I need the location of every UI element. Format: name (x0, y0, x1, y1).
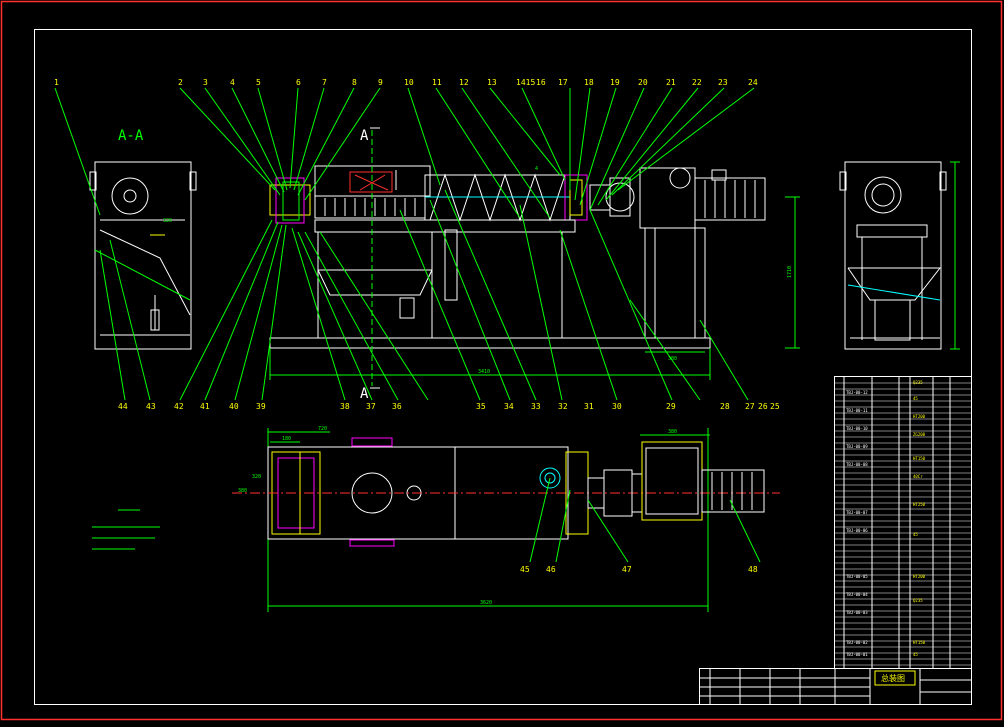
balloon-10: 10 (404, 78, 414, 87)
balloon-7: 7 (322, 78, 327, 87)
balloon-19: 19 (610, 78, 620, 87)
balloon-27: 27 (745, 402, 755, 411)
balloon-29: 29 (666, 402, 676, 411)
balloon-40: 40 (229, 402, 239, 411)
balloon-21: 21 (666, 78, 676, 87)
bom-code-2: TBJ-00-11 (846, 408, 868, 413)
balloon-36: 36 (392, 402, 402, 411)
balloon-5: 5 (256, 78, 261, 87)
dim-plan-length: 3620 (480, 600, 492, 606)
dim-height: 1710 (787, 266, 793, 278)
balloon-6: 6 (296, 78, 301, 87)
balloon-12: 12 (459, 78, 469, 87)
bom-mat-11: HT150 (913, 640, 926, 645)
bom-code-11: TBJ-00-02 (846, 640, 868, 645)
balloon-22: 22 (692, 78, 702, 87)
balloon-20: 20 (638, 78, 648, 87)
balloon-45: 45 (520, 565, 530, 574)
bom-mat-2: 45 (913, 396, 918, 401)
bom-code-10: TBJ-00-03 (846, 610, 868, 615)
bom-mat-3: HT200 (913, 414, 926, 419)
dim-overall-length: 3410 (478, 369, 490, 375)
bom-mat-12: 45 (913, 652, 918, 657)
balloon-1: 1 (54, 78, 59, 87)
bom-mat-1: Q235 (913, 380, 923, 385)
leader-lines (54, 87, 755, 401)
section-mark-bottom: A (360, 386, 369, 402)
balloon-33: 33 (531, 402, 541, 411)
balloon-24: 24 (748, 78, 758, 87)
bom-mat-9: HT200 (913, 574, 926, 579)
bom-mat-5: HT150 (913, 456, 926, 461)
bom-code-4: TBJ-00-09 (846, 444, 868, 449)
section-view-title: A-A (118, 128, 144, 144)
balloon-25: 25 (770, 402, 780, 411)
dim-plan-a: 720 (318, 426, 327, 432)
balloon-43: 43 (146, 402, 156, 411)
balloon-18: 18 (584, 78, 594, 87)
balloon-34: 34 (504, 402, 514, 411)
bom-code-3: TBJ-00-10 (846, 426, 868, 431)
bom-mat-4: ZG200 (913, 432, 926, 437)
plan-view: 3620 720 180 380 320 380 45 46 47 48 (232, 426, 780, 612)
technical-notes (92, 509, 160, 550)
balloon-31: 31 (584, 402, 594, 411)
cad-drawing-canvas: A-A 320 3410 1710 380 A A 4 1 2 3 4 5 6 … (0, 0, 1004, 723)
balloon-8: 8 (352, 78, 357, 87)
section-mark-top: A (360, 128, 369, 144)
section-view-a-a: A-A 320 (89, 128, 197, 350)
bom-code-1: TBJ-00-12 (846, 390, 868, 395)
bom-code-9: TBJ-00-04 (846, 592, 868, 597)
balloon-37: 37 (366, 402, 376, 411)
balloon-41: 41 (200, 402, 210, 411)
main-elevation-view: 3410 1710 380 A A 4 (269, 127, 800, 402)
balloon-30: 30 (612, 402, 622, 411)
bom-mat-7: HT250 (913, 502, 926, 507)
bom-mat-10: Q235 (913, 598, 923, 603)
balloons-top: 1 2 3 4 5 6 7 8 9 10 11 12 13 1415 16 17… (54, 78, 758, 87)
balloon-3: 3 (203, 78, 208, 87)
bom-code-5: TBJ-00-08 (846, 462, 868, 467)
bom-table: TBJ-00-12 TBJ-00-11 TBJ-00-10 TBJ-00-09 … (834, 376, 972, 669)
balloon-16: 16 (536, 78, 546, 87)
title-block-name: 总装图 (881, 673, 905, 683)
bom-mat-6: 40Cr (913, 474, 923, 479)
balloon-9: 9 (378, 78, 383, 87)
corner-mark: 4 (535, 166, 538, 172)
bom-code-6: TBJ-00-07 (846, 510, 868, 515)
dim-plan-b: 380 (668, 429, 677, 435)
svg-text:320: 320 (163, 218, 172, 224)
balloon-46: 46 (546, 565, 556, 574)
balloon-26: 26 (758, 402, 768, 411)
dim-plan-c: 180 (282, 436, 291, 442)
balloon-13: 13 (487, 78, 497, 87)
bom-code-12: TBJ-00-01 (846, 652, 868, 657)
balloons-bottom: 44 43 42 41 40 39 38 37 36 35 34 33 32 3… (118, 402, 780, 411)
drawing-frame (34, 29, 972, 705)
dim-side-h: 320 (252, 474, 261, 480)
balloon-23: 23 (718, 78, 728, 87)
balloon-28: 28 (720, 402, 730, 411)
end-view-right (839, 161, 960, 350)
balloon-35: 35 (476, 402, 486, 411)
bom-mat-8: 45 (913, 532, 918, 537)
balloon-44: 44 (118, 402, 128, 411)
balloon-4: 4 (230, 78, 235, 87)
balloon-17: 17 (558, 78, 568, 87)
balloon-32: 32 (558, 402, 568, 411)
balloon-47: 47 (622, 565, 632, 574)
balloon-38: 38 (340, 402, 350, 411)
bom-code-8: TBJ-00-05 (846, 574, 868, 579)
balloon-1415: 1415 (516, 78, 535, 87)
balloon-2: 2 (178, 78, 183, 87)
balloon-39: 39 (256, 402, 266, 411)
bom-code-7: TBJ-00-06 (846, 528, 868, 533)
balloon-42: 42 (174, 402, 184, 411)
title-block: 总装图 (699, 668, 972, 705)
balloon-48: 48 (748, 565, 758, 574)
balloon-11: 11 (432, 78, 442, 87)
